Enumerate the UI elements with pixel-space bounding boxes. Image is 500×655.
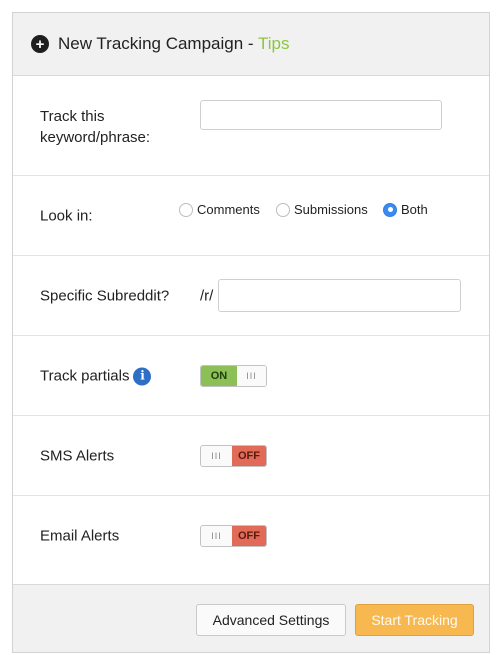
sms-alerts-row: SMS Alerts III OFF (13, 416, 489, 496)
title-text: New Tracking Campaign - (58, 34, 258, 53)
info-icon[interactable]: i (133, 367, 152, 386)
subreddit-row: Specific Subreddit? /r/ (13, 256, 489, 336)
panel-header: + New Tracking Campaign - Tips (13, 13, 489, 76)
track-partials-row: Track partials i ON III (13, 336, 489, 416)
tips-link[interactable]: Tips (258, 34, 290, 53)
panel-footer: Advanced Settings Start Tracking (13, 584, 489, 652)
email-alerts-row: Email Alerts III OFF (13, 496, 489, 576)
sms-alerts-toggle[interactable]: III OFF (200, 444, 267, 467)
plus-circle-icon: + (31, 35, 49, 53)
track-partials-label: Track partials (40, 367, 130, 384)
email-alerts-toggle[interactable]: III OFF (200, 525, 267, 547)
radio-circle[interactable] (276, 202, 290, 217)
toggle-handle: III (201, 526, 232, 546)
radio-label-submissions: Submissions (294, 202, 368, 217)
look-in-label: Look in: (40, 207, 93, 224)
email-alerts-label: Email Alerts (40, 527, 120, 545)
track-partials-toggle[interactable]: ON III (200, 364, 267, 387)
keyword-row: Track this keyword/phrase: (13, 76, 489, 176)
toggle-state-off: OFF (232, 445, 266, 466)
sms-alerts-label: SMS Alerts (40, 447, 115, 464)
advanced-settings-button[interactable]: Advanced Settings (196, 604, 346, 636)
keyword-input[interactable] (200, 100, 442, 130)
toggle-handle: III (237, 365, 266, 386)
radio-circle-selected[interactable] (383, 202, 397, 217)
radio-label-comments: Comments (197, 202, 260, 217)
track-partials-label-wrap: Track partials i (40, 365, 152, 386)
subreddit-prefix: /r/ (200, 287, 214, 304)
keyword-label: Track this keyword/phrase: (40, 108, 151, 146)
tracking-campaign-panel: + New Tracking Campaign - Tips Track thi… (12, 12, 490, 653)
radio-submissions[interactable]: Submissions (276, 202, 368, 217)
toggle-state-on: ON (201, 365, 237, 386)
radio-label-both: Both (401, 202, 428, 217)
subreddit-label: Specific Subreddit? (40, 287, 170, 304)
toggle-handle: III (201, 445, 232, 466)
radio-circle[interactable] (179, 202, 193, 217)
subreddit-input[interactable] (218, 279, 461, 312)
radio-both[interactable]: Both (383, 202, 428, 217)
radio-comments[interactable]: Comments (179, 202, 260, 217)
look-in-row: Look in: Comments Submissions Both (13, 176, 489, 256)
start-tracking-button[interactable]: Start Tracking (355, 604, 474, 636)
panel-title: New Tracking Campaign - Tips (58, 34, 290, 54)
toggle-state-off: OFF (232, 526, 266, 546)
